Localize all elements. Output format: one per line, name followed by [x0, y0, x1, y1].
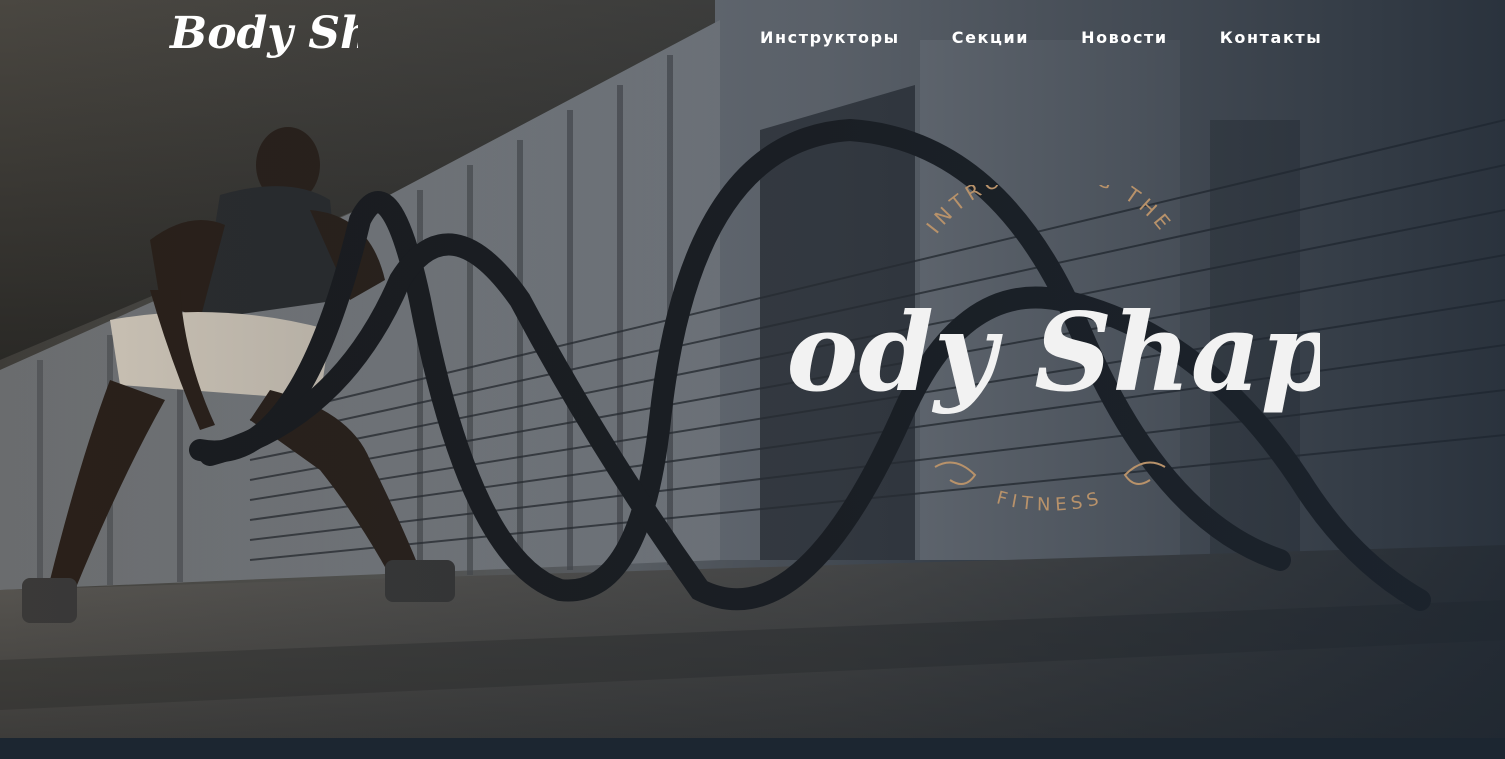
- hero-arc-bottom-text: FITNESS: [994, 487, 1105, 515]
- hero-banner: Body Shape Инструкторы Секции Новости Ко…: [0, 0, 1505, 738]
- hero-logo: INTRODUCING THE Body Shape FITNESS: [780, 185, 1320, 516]
- nav-link-sections[interactable]: Секции: [952, 28, 1029, 48]
- bottom-strip: [0, 738, 1505, 759]
- header-logo[interactable]: Body Shape: [166, 0, 358, 80]
- header-logo-text: Body Shape: [168, 8, 358, 59]
- nav-link-news[interactable]: Новости: [1081, 28, 1168, 48]
- nav-link-contacts[interactable]: Контакты: [1220, 28, 1323, 48]
- hero-logo-text: Body Shape: [780, 290, 1320, 416]
- main-nav: Инструкторы Секции Новости Контакты: [760, 28, 1322, 48]
- nav-link-instructors[interactable]: Инструкторы: [760, 28, 900, 48]
- flourish-ornament: [934, 461, 1166, 485]
- hero-arc-top-text: INTRODUCING THE: [921, 185, 1178, 238]
